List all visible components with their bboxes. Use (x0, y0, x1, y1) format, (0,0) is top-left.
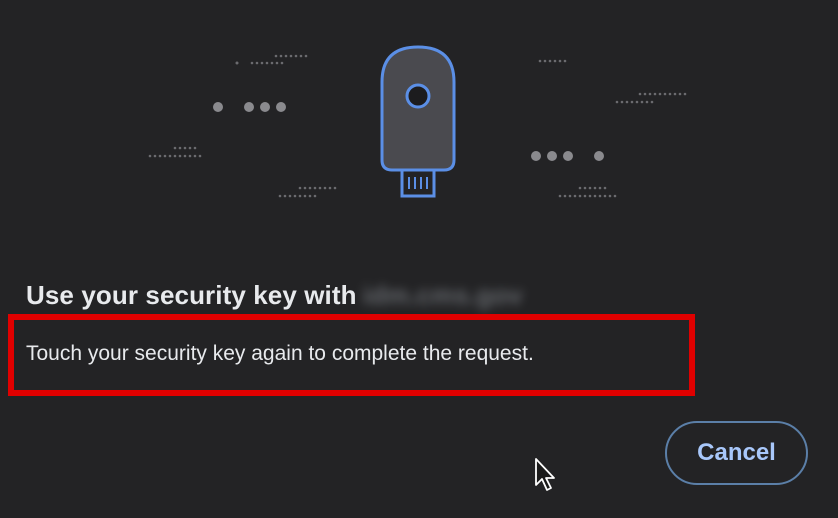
mouse-pointer-icon (535, 458, 555, 491)
security-key-icon (380, 45, 456, 198)
cancel-button[interactable]: Cancel (665, 421, 808, 485)
security-key-dialog: Use your security key with idm.cms.gov To… (0, 0, 838, 518)
dialog-title: Use your security key with idm.cms.gov (26, 280, 523, 311)
security-key-illustration (148, 45, 687, 198)
relying-party-domain: idm.cms.gov (362, 280, 523, 310)
dialog-instruction: Touch your security key again to complet… (26, 342, 534, 365)
dialog-title-text: Use your security key with (26, 280, 357, 310)
